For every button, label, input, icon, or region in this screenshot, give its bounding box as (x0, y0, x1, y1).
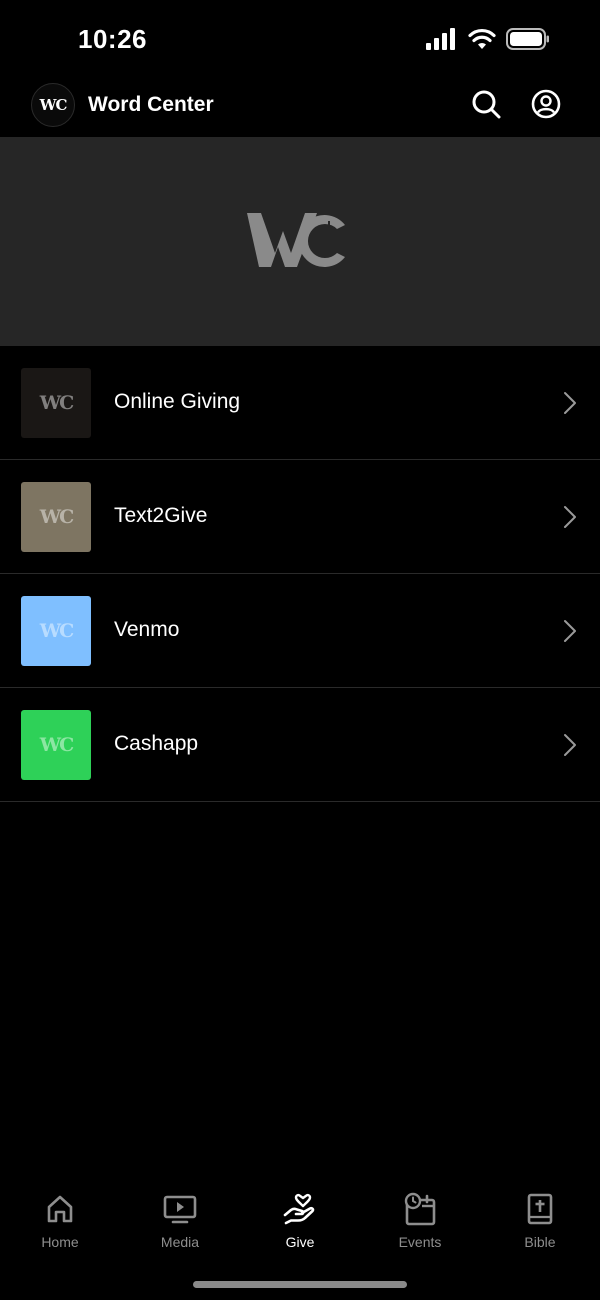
chevron-right-icon (562, 391, 578, 415)
chevron-right-icon (562, 619, 578, 643)
option-thumbnail: WC (21, 482, 91, 552)
tab-label: Give (285, 1234, 315, 1250)
house-icon (42, 1192, 78, 1226)
thumbnail-logo-text: WC (39, 392, 74, 414)
option-thumbnail: WC (21, 596, 91, 666)
tab-home[interactable]: Home (0, 1180, 120, 1260)
chevron-right-icon (562, 733, 578, 757)
bottom-tab-bar: Home Media Give Events Bible (0, 1180, 600, 1270)
option-label: Venmo (114, 618, 180, 641)
hand-heart-icon (282, 1192, 318, 1226)
status-icons (426, 28, 550, 55)
app-header: WC Word Center (0, 80, 600, 136)
tab-bible[interactable]: Bible (480, 1180, 600, 1260)
give-option-text2give[interactable]: WC Text2Give (0, 460, 600, 574)
tab-events[interactable]: Events (360, 1180, 480, 1260)
app-logo-text: WC (39, 96, 68, 114)
play-screen-icon (162, 1192, 198, 1226)
app-logo[interactable]: WC (31, 83, 75, 127)
thumbnail-logo-text: WC (39, 620, 74, 642)
bible-icon (522, 1192, 558, 1226)
give-option-online-giving[interactable]: WC Online Giving (0, 346, 600, 460)
option-label: Cashapp (114, 732, 199, 755)
option-thumbnail: WC (21, 710, 91, 780)
tab-label: Bible (524, 1234, 556, 1250)
tab-label: Events (398, 1234, 442, 1250)
wifi-icon (468, 28, 496, 55)
battery-icon (506, 28, 550, 55)
give-options-list: WC Online Giving WC Text2Give WC Venmo W… (0, 346, 600, 802)
hero-banner (0, 137, 600, 346)
option-label: Text2Give (114, 504, 208, 527)
tab-give[interactable]: Give (240, 1180, 360, 1260)
search-button[interactable] (470, 90, 502, 122)
option-label: Online Giving (114, 390, 241, 413)
status-time: 10:26 (78, 24, 147, 54)
tab-label: Media (160, 1234, 200, 1250)
search-icon (471, 89, 501, 124)
thumbnail-logo-text: WC (39, 506, 74, 528)
calendar-clock-icon (402, 1192, 438, 1226)
thumbnail-logo-text: WC (39, 734, 74, 756)
home-indicator (193, 1281, 407, 1288)
option-thumbnail: WC (21, 368, 91, 438)
tab-label: Home (41, 1234, 79, 1250)
chevron-right-icon (562, 505, 578, 529)
give-option-cashapp[interactable]: WC Cashapp (0, 688, 600, 802)
page-title: Word Center (88, 93, 214, 116)
cellular-signal-icon (426, 28, 458, 55)
status-bar: 10:26 (0, 0, 600, 80)
user-circle-icon (531, 89, 561, 124)
tab-media[interactable]: Media (120, 1180, 240, 1260)
give-screen: 10:26 WC Word Center WC Online Giving WC… (0, 0, 600, 1300)
wc-logo-icon (245, 207, 355, 276)
profile-button[interactable] (530, 89, 562, 124)
give-option-venmo[interactable]: WC Venmo (0, 574, 600, 688)
